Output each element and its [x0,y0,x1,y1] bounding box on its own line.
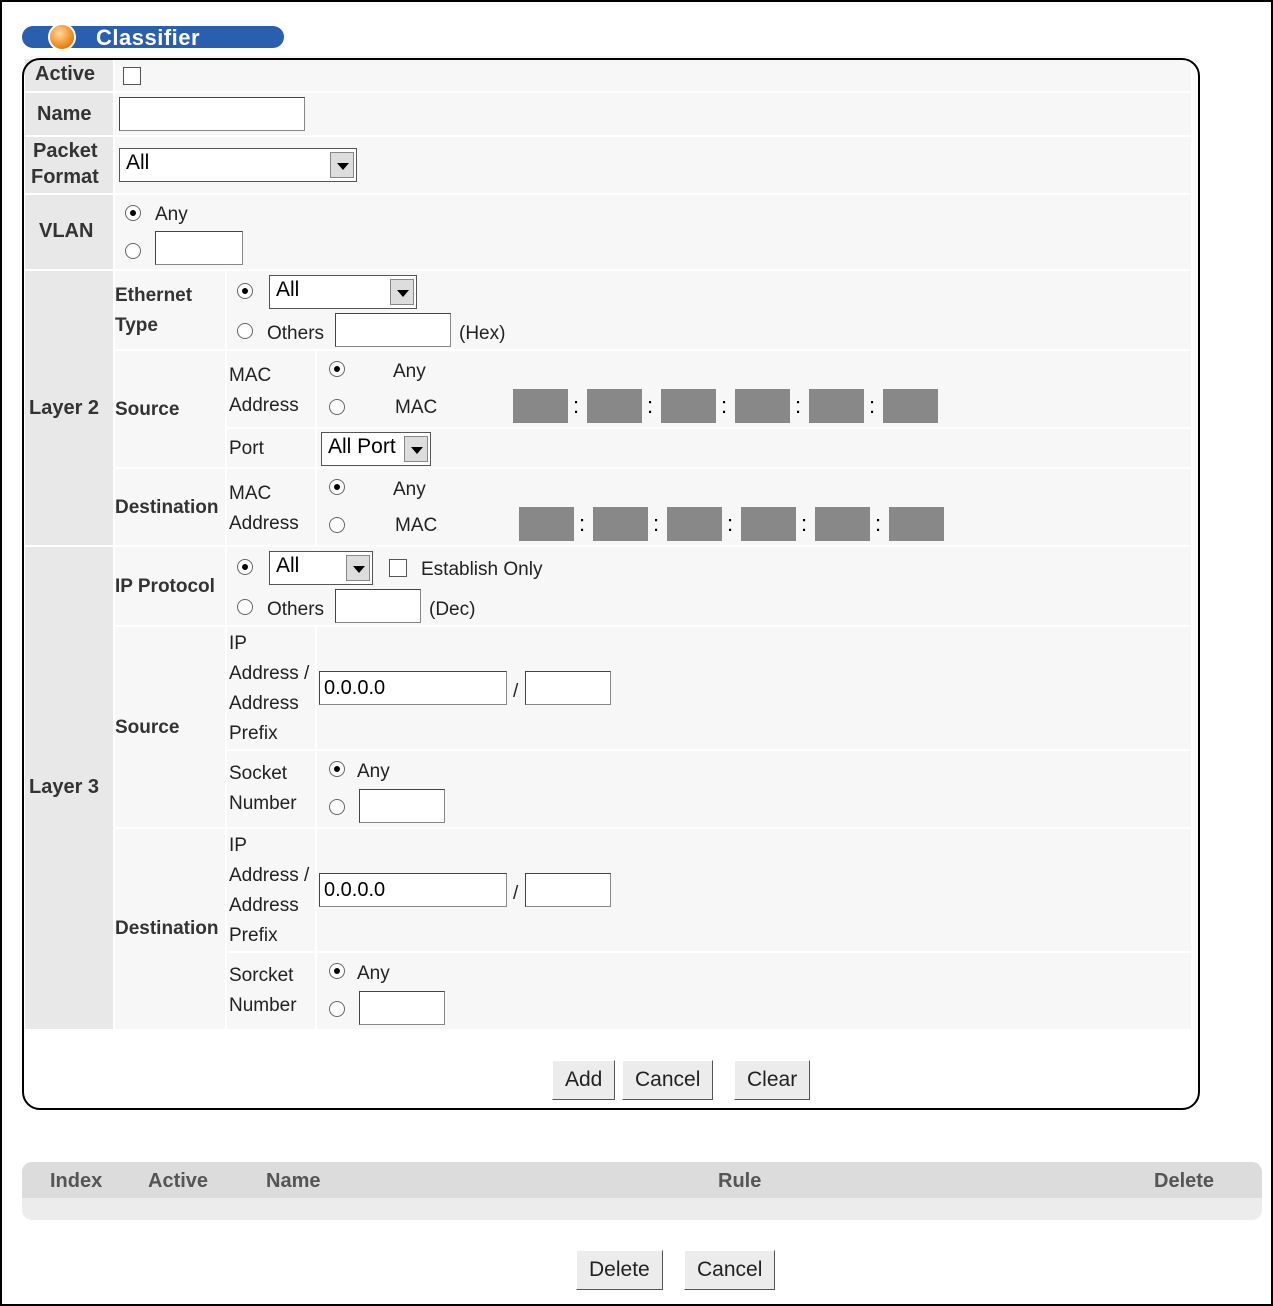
page-title: Classifier [96,25,201,50]
add-button[interactable]: Add [552,1060,616,1100]
orb-icon [48,23,76,51]
delete-button[interactable]: Delete [576,1250,663,1290]
column-name: Name [266,1170,321,1192]
form-frame [22,58,1200,1110]
classifier-list-body [22,1198,1262,1220]
column-active: Active [148,1170,209,1192]
column-delete: Delete [1154,1170,1215,1192]
cancel-button[interactable]: Cancel [622,1060,714,1100]
list-cancel-button[interactable]: Cancel [684,1250,776,1290]
column-rule: Rule [718,1170,762,1192]
page: Classifier Active Name Packet Format All… [0,0,1273,1306]
column-index: Index [50,1170,103,1192]
clear-button[interactable]: Clear [734,1060,811,1100]
classifier-list-header: Index Active Name Rule Delete [22,1162,1262,1202]
title-bar: Classifier [22,23,284,51]
